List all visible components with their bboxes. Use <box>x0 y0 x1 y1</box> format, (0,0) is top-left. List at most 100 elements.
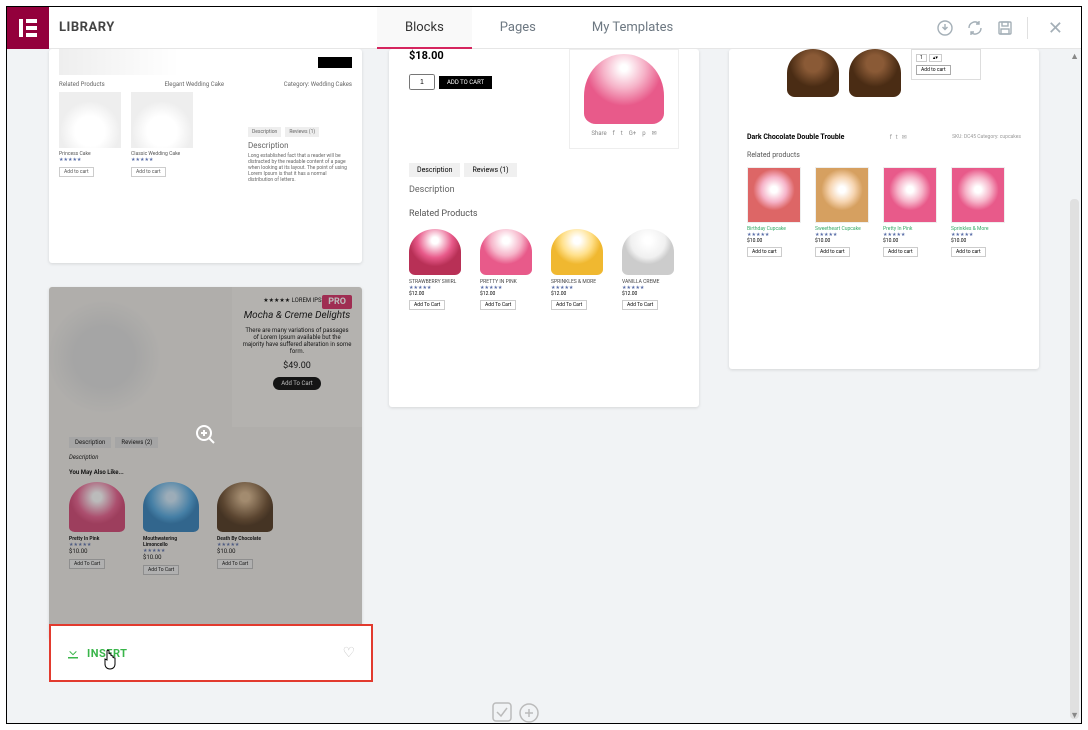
description-panel: Description Reviews (1) Description Long … <box>248 127 348 183</box>
product-thumb: SPRINKLES & MORE★★★★★$12.00Add To Cart <box>551 229 608 310</box>
product-title: Dark Chocolate Double Trouble <box>747 133 844 141</box>
download-icon[interactable] <box>67 647 79 659</box>
add-to-cart-button: Add to cart <box>131 167 166 177</box>
add-to-cart-button: Add to cart <box>747 247 782 257</box>
tab-reviews: Reviews (1) <box>285 127 319 137</box>
product-thumb: Sprinkles & More★★★★★$10.00Add to cart <box>951 167 1009 257</box>
cupcake-image <box>849 49 901 97</box>
cupcake-image <box>584 54 664 124</box>
add-to-cart-button: Add to cart <box>815 247 850 257</box>
elementor-logo-icon <box>7 7 49 49</box>
scroll-down-icon[interactable]: ▼ <box>1070 710 1079 721</box>
mail-icon: ✉ <box>652 130 657 137</box>
template-card-hovered[interactable]: PRO ★★★★★ LOREM IPSUM Mocha & Creme Deli… <box>49 287 362 639</box>
description-title: Description <box>409 185 679 195</box>
sync-icon[interactable] <box>967 20 983 36</box>
product-thumb: STRAWBERRY SWIRL★★★★★$12.00Add To Cart <box>409 229 466 310</box>
library-modal: LIBRARY Blocks Pages My Templates ✕ Rela… <box>6 6 1082 724</box>
stepper-icon: ▴▾ <box>929 54 942 62</box>
pinterest-icon: p <box>642 130 645 137</box>
library-body: Related Products Elegant Wedding Cake Ca… <box>7 49 1081 723</box>
library-header: LIBRARY Blocks Pages My Templates ✕ <box>7 7 1081 49</box>
insert-button[interactable]: INSERT <box>87 647 127 660</box>
product-thumb: Princess Cake ★★★★★ Add to cart <box>59 92 121 177</box>
favorite-icon[interactable]: ♡ <box>342 645 355 661</box>
quantity-value: 1 <box>916 54 927 62</box>
add-to-cart-button: Add To Cart <box>622 300 658 310</box>
add-to-cart-button: Add to cart <box>883 247 918 257</box>
social-icons: ft✉ <box>890 134 907 141</box>
add-to-cart-button: Add to cart <box>951 247 986 257</box>
related-label: Related Products <box>59 81 105 88</box>
facebook-icon: f <box>613 130 615 137</box>
template-card[interactable]: $18.00 ADD TO CART Shareft G+ p ✉ Descripti… <box>389 49 699 407</box>
product-thumb: Birthday Cupcake★★★★★$10.00Add to cart <box>747 167 805 257</box>
tab-description: Description <box>409 163 460 177</box>
scrollbar[interactable]: ▲ ▼ <box>1069 49 1081 723</box>
product-thumb: Classic Wedding Cake ★★★★★ Add to cart <box>131 92 193 177</box>
library-tabs: Blocks Pages My Templates <box>377 7 701 49</box>
related-label: Related Products <box>409 209 679 219</box>
price-label: $10.00 <box>883 238 941 244</box>
buy-box: 1▴▾ Add to cart <box>911 49 981 80</box>
price-label: $12.00 <box>622 291 679 297</box>
zoom-icon[interactable] <box>195 424 217 446</box>
scroll-up-icon[interactable]: ▲ <box>1070 51 1079 62</box>
cupcake-image <box>951 167 1005 223</box>
add-to-cart-button: Add to cart <box>59 167 94 177</box>
add-to-cart-button: ADD TO CART <box>439 76 492 89</box>
cupcake-image <box>622 229 674 275</box>
scroll-thumb[interactable] <box>1070 199 1079 719</box>
related-label: Related products <box>747 151 1021 159</box>
product-image: Shareft G+ p ✉ <box>569 49 679 149</box>
add-to-cart-button: Add To Cart <box>551 300 587 310</box>
tab-pages[interactable]: Pages <box>472 7 564 49</box>
star-icon: ★★★★★ <box>59 157 121 163</box>
add-to-cart-button: Add To Cart <box>409 300 445 310</box>
preview-image <box>59 49 179 75</box>
close-icon[interactable]: ✕ <box>1042 18 1069 39</box>
cupcake-image <box>883 167 937 223</box>
template-preview: Related Products Elegant Wedding Cake Ca… <box>49 49 362 187</box>
product-thumb: PRETTY IN PINK★★★★★$12.00Add To Cart <box>480 229 537 310</box>
tab-description: Description <box>248 127 281 137</box>
library-title: LIBRARY <box>59 20 115 35</box>
template-card[interactable]: 1▴▾ Add to cart Dark Chocolate Double Tr… <box>729 49 1039 369</box>
cupcake-image <box>787 49 839 97</box>
add-to-cart-button <box>318 57 352 68</box>
cupcake-image <box>815 167 869 223</box>
divider <box>1027 17 1028 39</box>
tab-blocks[interactable]: Blocks <box>377 7 472 49</box>
category-label: Category: cupcakes <box>977 134 1021 140</box>
price-label: $10.00 <box>747 238 805 244</box>
quantity-input <box>409 74 435 90</box>
twitter-icon: t <box>621 130 623 137</box>
cupcake-image <box>409 229 461 275</box>
add-to-cart-button: Add to cart <box>916 65 951 75</box>
price-label: $18.00 <box>409 49 492 62</box>
header-actions: ✕ <box>937 7 1069 49</box>
share-bar: Shareft G+ p ✉ <box>591 130 656 137</box>
template-card[interactable]: Related Products Elegant Wedding Cake Ca… <box>49 49 362 263</box>
cake-image <box>131 92 193 148</box>
tab-my-templates[interactable]: My Templates <box>564 7 701 49</box>
footer-decoration-icon <box>491 697 551 723</box>
brand-label: Elegant Wedding Cake <box>164 81 224 88</box>
star-icon: ★★★★★ <box>131 157 193 163</box>
cupcake-image <box>480 229 532 275</box>
tab-reviews: Reviews (1) <box>464 163 516 177</box>
cupcake-image <box>551 229 603 275</box>
price-label: $10.00 <box>815 238 873 244</box>
share-label: Share <box>591 130 606 137</box>
description-title: Description <box>248 141 348 150</box>
import-icon[interactable] <box>937 20 953 36</box>
sku-label: SKU: DC45 <box>952 134 976 140</box>
save-icon[interactable] <box>997 20 1013 36</box>
price-label: $10.00 <box>951 238 1009 244</box>
description-body: Long established fact that a reader will… <box>248 153 348 183</box>
cupcake-image <box>747 167 801 223</box>
add-to-cart-button: Add To Cart <box>480 300 516 310</box>
product-thumb: Sweetheart Cupcake★★★★★$10.00Add to cart <box>815 167 873 257</box>
insert-bar: INSERT ♡ <box>49 624 373 682</box>
google-icon: G+ <box>629 130 637 137</box>
